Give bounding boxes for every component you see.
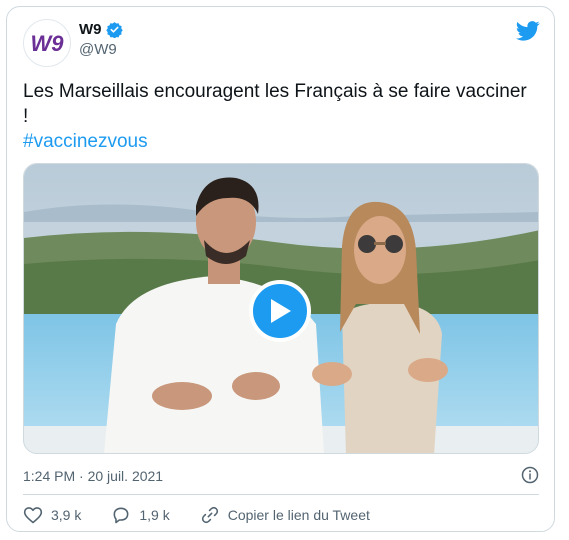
- play-button[interactable]: [249, 280, 311, 342]
- tweet-card: W9 W9 @W9 Les Marseillais encouragent le…: [6, 6, 555, 532]
- author-name[interactable]: W9: [79, 21, 102, 38]
- reply-button[interactable]: 1,9 k: [111, 505, 170, 525]
- timestamp[interactable]: 1:24 PM · 20 juil. 2021: [23, 468, 163, 484]
- copy-link-label: Copier le lien du Tweet: [227, 507, 370, 523]
- tweet-meta: 1:24 PM · 20 juil. 2021: [23, 465, 539, 487]
- w9-logo-icon: W9: [31, 31, 65, 56]
- divider: [23, 494, 539, 495]
- avatar[interactable]: W9: [23, 19, 71, 67]
- author-block: W9 @W9: [79, 21, 123, 58]
- author-handle[interactable]: @W9: [79, 41, 123, 58]
- info-icon[interactable]: [521, 466, 539, 487]
- svg-text:W9: W9: [31, 31, 65, 56]
- tweet-body: Les Marseillais encouragent les Français…: [23, 81, 527, 127]
- copy-link-button[interactable]: Copier le lien du Tweet: [200, 505, 370, 525]
- hashtag-link[interactable]: #vaccinezvous: [23, 129, 533, 154]
- link-icon: [201, 506, 218, 524]
- reply-count: 1,9 k: [139, 507, 170, 523]
- tweet-text: Les Marseillais encouragent les Français…: [23, 79, 533, 154]
- play-icon: [271, 299, 291, 323]
- reply-bubble-icon: [113, 507, 129, 524]
- like-count: 3,9 k: [51, 507, 82, 523]
- heart-icon: [23, 507, 43, 524]
- verified-badge-icon: [105, 22, 123, 38]
- twitter-bird-icon[interactable]: [515, 21, 540, 46]
- like-button[interactable]: 3,9 k: [23, 505, 81, 525]
- action-bar: 3,9 k 1,9 k Copier le lien du Tweet: [23, 503, 370, 527]
- video-thumbnail[interactable]: [23, 163, 539, 454]
